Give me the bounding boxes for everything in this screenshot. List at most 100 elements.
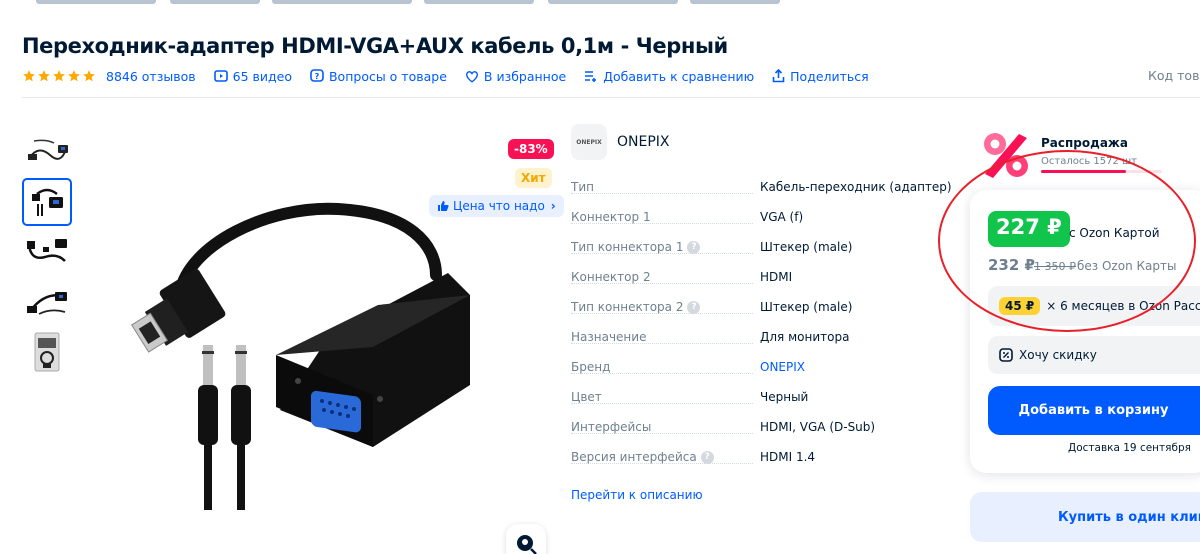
- spec-key: Интерфейсы: [571, 420, 651, 434]
- spec-key-label: Коннектор 2: [571, 270, 651, 284]
- sale-label: Распродажа: [1041, 136, 1128, 150]
- brand-logo[interactable]: ONEPIX: [571, 124, 607, 160]
- info-icon[interactable]: ?: [700, 450, 714, 464]
- thumbnail[interactable]: [22, 328, 72, 376]
- no-card-label: без Ozon Карты: [1077, 259, 1177, 273]
- remaining-progress-fill: [1041, 170, 1126, 173]
- spec-key: Коннектор 2: [571, 270, 651, 284]
- delivery-info: Доставка 19 сентября: [1068, 442, 1191, 454]
- spec-key-label: Назначение: [571, 330, 647, 344]
- thumbnail[interactable]: [22, 128, 72, 176]
- thumbnail[interactable]: [22, 278, 72, 326]
- spec-key-label: Тип коннектора 2: [571, 300, 684, 314]
- reviews-link[interactable]: 8846 отзывов: [106, 69, 196, 84]
- spec-value-link[interactable]: ONEPIX: [760, 360, 805, 374]
- percent-icon: [984, 133, 1028, 178]
- spec-value: Черный: [760, 390, 809, 404]
- spec-row: Коннектор 1 VGA (f): [571, 210, 941, 240]
- discount-tag-icon: [999, 348, 1013, 362]
- spec-row: Цвет Черный: [571, 390, 941, 420]
- spec-value: HDMI: [760, 270, 793, 284]
- brand-logo-text: ONEPIX: [576, 138, 602, 146]
- remaining-label: Осталось 1572 шт: [1041, 156, 1138, 167]
- spec-value: VGA (f): [760, 210, 804, 224]
- svg-text:?: ?: [315, 72, 320, 81]
- ozon-card-label: с Ozon Картой: [1069, 226, 1160, 240]
- discount-badge: -83%: [508, 139, 554, 159]
- good-price-badge[interactable]: Цена что надо ›: [429, 195, 564, 217]
- regular-price: 232 ₽: [988, 256, 1035, 274]
- spec-value: Кабель-переходник (адаптер): [760, 180, 952, 194]
- video-icon: [213, 70, 228, 82]
- spec-key: Тип коннектора 1?: [571, 240, 701, 254]
- brand-name[interactable]: ONEPIX: [617, 134, 670, 150]
- thumbnail-list: [22, 128, 72, 378]
- questions-label: Вопросы о товаре: [328, 68, 447, 84]
- product-code[interactable]: Код товар: [1148, 68, 1200, 83]
- star-icon: [23, 70, 35, 82]
- thumbnail-active[interactable]: [22, 178, 72, 226]
- spec-row: Тип коннектора 1? Штекер (male): [571, 240, 941, 270]
- old-price: 1 350 ₽: [1034, 260, 1076, 273]
- spec-key: Тип коннектора 2?: [571, 300, 701, 314]
- spec-key-label: Коннектор 1: [571, 210, 651, 224]
- star-icon: [68, 70, 80, 82]
- installment-chip: 45 ₽: [999, 297, 1041, 315]
- thumbnail[interactable]: [22, 228, 72, 276]
- spec-row: Коннектор 2 HDMI: [571, 270, 941, 300]
- info-icon[interactable]: ?: [687, 300, 701, 314]
- spec-value: HDMI, VGA (D-Sub): [760, 420, 876, 434]
- want-discount-button[interactable]: Хочу скидку: [988, 336, 1200, 374]
- spec-row: Назначение Для монитора: [571, 330, 941, 360]
- spec-row: Тип Кабель-переходник (адаптер): [571, 180, 952, 210]
- compare-link[interactable]: Добавить к сравнению: [584, 69, 754, 84]
- thumbs-up-icon: [438, 201, 449, 211]
- installment-label: × 6 месяцев в Ozon Рассрочку: [1046, 299, 1200, 313]
- spec-value: Штекер (male): [760, 240, 853, 254]
- good-price-label: Цена что надо: [453, 199, 545, 213]
- ozon-card-price: 227 ₽: [988, 211, 1070, 247]
- spec-row: Тип коннектора 2? Штекер (male): [571, 300, 941, 330]
- divider: [22, 97, 1200, 98]
- spec-key-label: Тип коннектора 1: [571, 240, 684, 254]
- compare-label: Добавить к сравнению: [603, 68, 755, 84]
- spec-leader-dots: [571, 193, 753, 194]
- spec-key-label: Тип: [571, 180, 594, 194]
- rating-stars[interactable]: [22, 69, 97, 83]
- share-icon: [772, 69, 785, 83]
- spec-key-label: Интерфейсы: [571, 420, 652, 434]
- spec-value: Штекер (male): [760, 300, 853, 314]
- spec-row: Бренд ONEPIX: [571, 360, 941, 390]
- breadcrumb-strip: [0, 0, 1200, 6]
- product-image[interactable]: [118, 165, 478, 525]
- image-search-button[interactable]: [506, 524, 546, 554]
- info-icon[interactable]: ?: [687, 240, 701, 254]
- heart-icon: [465, 70, 478, 83]
- star-icon: [38, 70, 50, 82]
- spec-row: Версия интерфейса? HDMI 1.4: [571, 450, 941, 480]
- favorite-link[interactable]: В избранное: [465, 69, 566, 84]
- chevron-right-icon: ›: [550, 199, 556, 213]
- buy-one-click-button[interactable]: Купить в один клик: [970, 492, 1200, 542]
- star-icon: [83, 70, 95, 82]
- installment-button[interactable]: 45 ₽ × 6 месяцев в Ozon Рассрочку: [988, 286, 1200, 326]
- remaining-progress: [1041, 170, 1162, 173]
- questions-link[interactable]: ? Вопросы о товаре: [310, 69, 447, 84]
- image-search-icon: [517, 535, 537, 554]
- spec-key-label: Бренд: [571, 360, 611, 374]
- specs-table: Тип Кабель-переходник (адаптер) Коннектор …: [571, 180, 952, 480]
- share-label: Поделиться: [790, 68, 869, 84]
- spec-value: Для монитора: [760, 330, 850, 344]
- videos-link[interactable]: 65 видео: [213, 69, 292, 84]
- spec-key: Тип: [571, 180, 594, 194]
- question-icon: ?: [310, 69, 324, 82]
- hit-badge: Хит: [515, 168, 552, 188]
- add-to-cart-button[interactable]: Добавить в корзину: [988, 386, 1200, 435]
- want-discount-label: Хочу скидку: [1019, 348, 1097, 362]
- share-link[interactable]: Поделиться: [772, 69, 869, 84]
- spec-row: Интерфейсы HDMI, VGA (D-Sub): [571, 420, 941, 450]
- spec-key: Назначение: [571, 330, 646, 344]
- product-title: Переходник-адаптер HDMI-VGA+AUX кабель 0…: [22, 34, 728, 58]
- goto-description-link[interactable]: Перейти к описанию: [571, 488, 703, 502]
- spec-key: Бренд: [571, 360, 610, 374]
